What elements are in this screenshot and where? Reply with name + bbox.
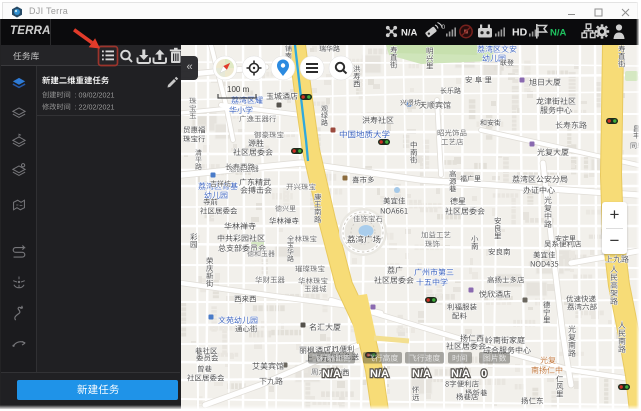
svg-text:0: 0 [481,368,487,380]
svg-text:: 09/02/2021: : 09/02/2021 [75,91,115,100]
svg-text:N/A: N/A [451,368,470,380]
svg-text:N/A: N/A [401,28,418,39]
svg-text:N/A: N/A [322,368,341,380]
svg-text:N/A: N/A [550,28,567,39]
svg-text:N/A: N/A [370,368,389,380]
svg-text:HD: HD [512,27,528,39]
svg-text:N/A: N/A [412,368,431,380]
svg-text:: 22/02/2021: : 22/02/2021 [75,103,115,112]
svg-text:0: 0 [442,24,446,31]
